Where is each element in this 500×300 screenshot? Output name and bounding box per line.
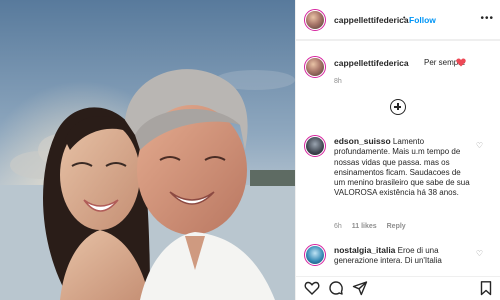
comment-username[interactable]: nostalgia_italia xyxy=(334,245,395,255)
header-separator: • xyxy=(403,15,406,22)
action-bar xyxy=(296,276,500,300)
share-icon[interactable] xyxy=(352,280,368,296)
comment-meta: 6h 11 likes Reply xyxy=(334,223,406,230)
comment-avatar-nostalgia[interactable] xyxy=(304,244,326,266)
caption-time: 8h xyxy=(334,78,342,85)
comment-text: Lamento profundamente. Mais u.m tempo de… xyxy=(334,137,470,198)
author-username[interactable]: cappellettifederica xyxy=(334,15,409,25)
red-heart-icon xyxy=(456,58,466,67)
author-avatar[interactable] xyxy=(304,9,326,31)
caption-username[interactable]: cappellettifederica xyxy=(334,58,409,68)
comment-item: nostalgia_italia Eroe di una generazione… xyxy=(334,245,472,267)
comment-username[interactable]: edson_suisso xyxy=(334,136,391,146)
more-icon[interactable]: ••• xyxy=(480,13,494,24)
comment-like-icon[interactable]: ♡ xyxy=(476,141,483,150)
caption-avatar[interactable] xyxy=(304,56,326,78)
comment-likes[interactable]: 11 likes xyxy=(352,223,377,230)
comment-like-icon[interactable]: ♡ xyxy=(476,249,483,258)
instagram-post: cappellettifederica • Follow ••• cappell… xyxy=(0,0,500,300)
comment-time: 6h xyxy=(334,223,342,230)
bookmark-icon[interactable] xyxy=(478,280,494,296)
comment-icon[interactable] xyxy=(328,280,344,296)
post-photo[interactable] xyxy=(0,0,295,300)
couple-selfie-image xyxy=(0,0,295,300)
comment-reply-button[interactable]: Reply xyxy=(387,223,406,230)
comment-item: edson_suisso Lamento profundamente. Mais… xyxy=(334,136,472,199)
comment-avatar-edson[interactable] xyxy=(304,135,326,157)
heart-icon[interactable] xyxy=(304,280,320,296)
follow-button[interactable]: Follow xyxy=(409,15,436,25)
header-divider xyxy=(296,40,500,41)
plus-circle-icon[interactable] xyxy=(390,99,406,115)
